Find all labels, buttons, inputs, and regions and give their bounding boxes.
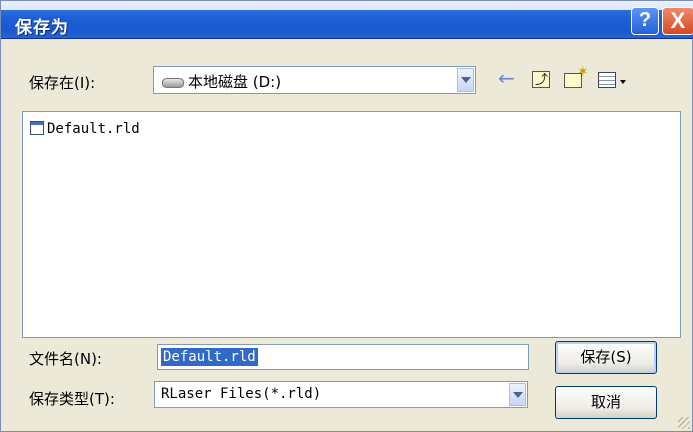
- help-icon: ?: [638, 9, 652, 31]
- top-strip: [1, 1, 693, 10]
- cancel-button[interactable]: 取消: [555, 386, 657, 419]
- title-bar[interactable]: 保存为 ? X: [1, 1, 693, 39]
- drive-icon: [162, 77, 184, 88]
- views-dropdown-arrow-icon[interactable]: [620, 80, 626, 84]
- back-icon[interactable]: ←: [498, 66, 522, 91]
- filetype-dropdown[interactable]: RLaser Files(*.rld): [154, 381, 528, 408]
- close-button[interactable]: X: [662, 7, 693, 35]
- filetype-value: RLaser Files(*.rld): [161, 386, 322, 402]
- save-as-dialog: 保存为 ? X 保存在(I): 本地磁盘 (D:) ← ⤴ ✶ Default.…: [0, 0, 693, 432]
- resize-grip[interactable]: [678, 417, 690, 429]
- save-in-label: 保存在(I):: [29, 74, 96, 92]
- dialog-title: 保存为: [15, 18, 69, 38]
- chevron-down-icon[interactable]: [457, 68, 474, 92]
- help-button[interactable]: ?: [631, 7, 659, 35]
- filename-input[interactable]: Default.rld: [157, 344, 529, 370]
- file-list[interactable]: Default.rld: [22, 111, 681, 338]
- new-folder-icon[interactable]: ✶: [564, 64, 589, 88]
- filename-label: 文件名(N):: [29, 350, 102, 368]
- filename-value: Default.rld: [161, 348, 258, 366]
- list-item[interactable]: Default.rld: [30, 121, 140, 137]
- chevron-down-icon[interactable]: [509, 383, 526, 406]
- close-icon: X: [670, 8, 686, 33]
- up-folder-icon[interactable]: ⤴: [532, 71, 550, 88]
- save-in-dropdown[interactable]: 本地磁盘 (D:): [153, 66, 476, 94]
- filetype-label: 保存类型(T):: [29, 390, 115, 408]
- save-button[interactable]: 保存(S): [555, 341, 657, 374]
- rld-file-icon: [30, 121, 44, 135]
- save-in-value: 本地磁盘 (D:): [188, 73, 282, 91]
- views-menu-icon[interactable]: [598, 72, 616, 88]
